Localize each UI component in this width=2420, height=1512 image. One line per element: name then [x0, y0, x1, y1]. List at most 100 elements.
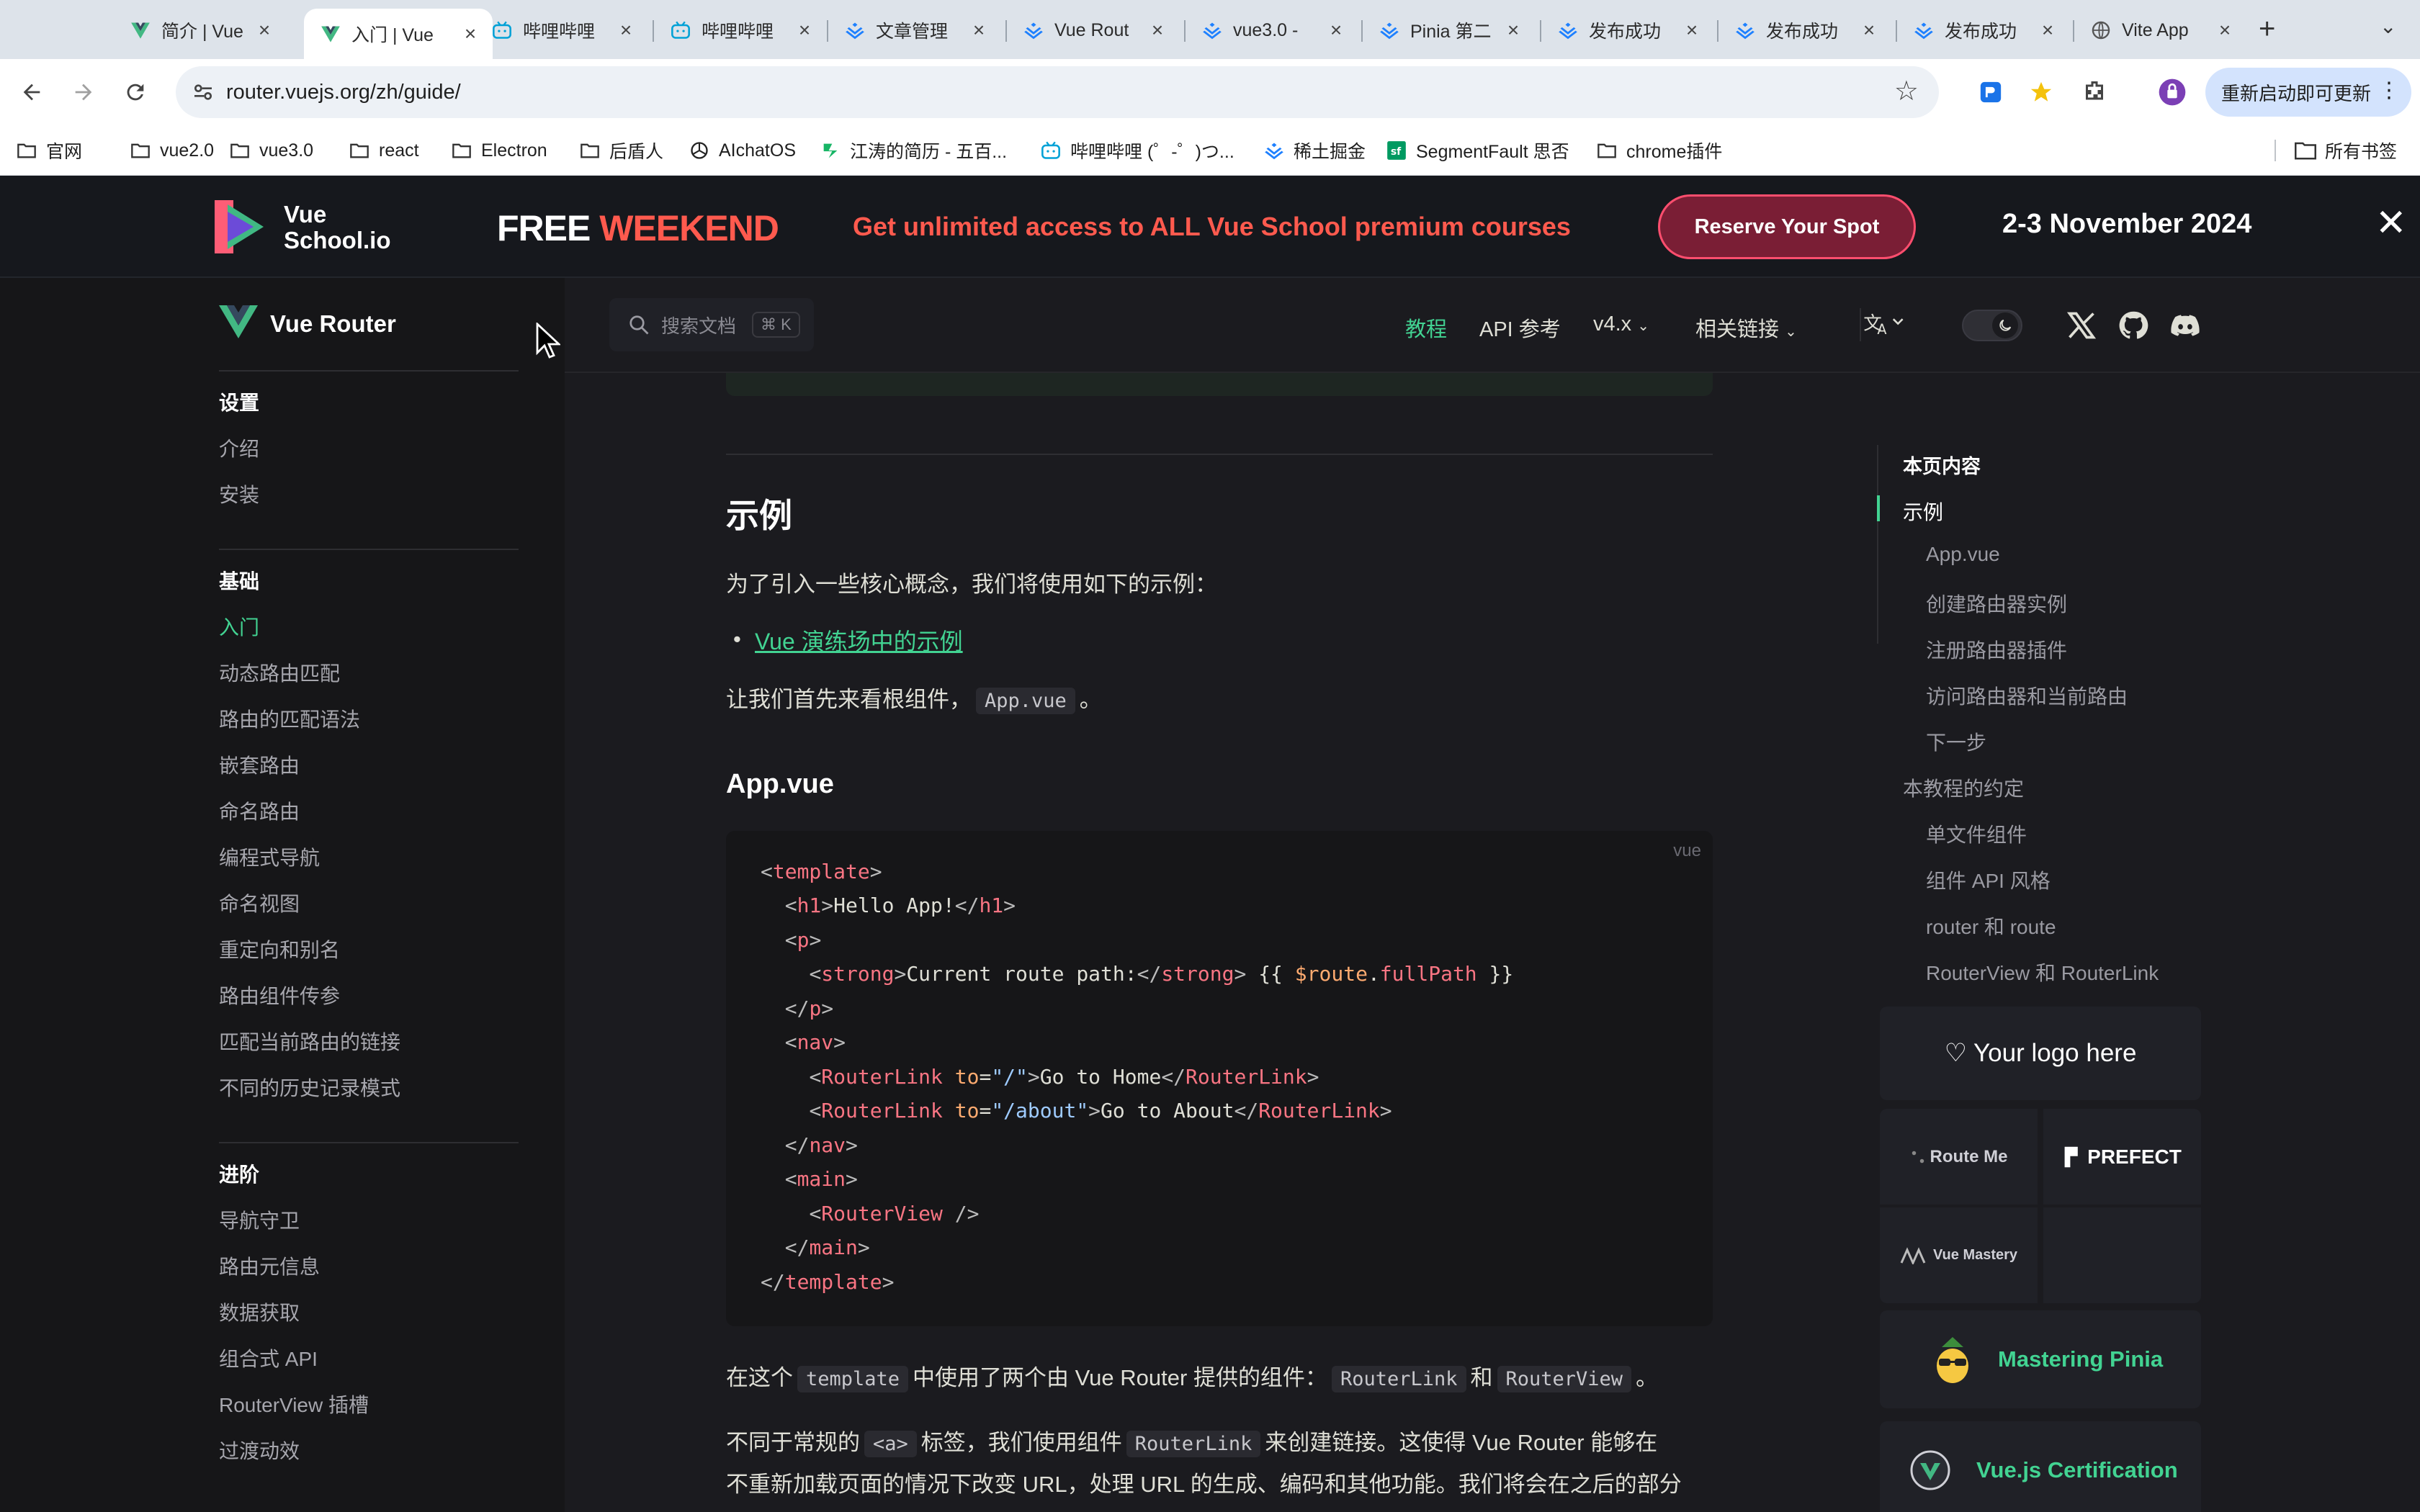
sidebar-item[interactable]: 命名视图 [219, 888, 300, 917]
discord-icon[interactable] [2169, 310, 2201, 341]
close-tab-icon[interactable]: × [1327, 19, 1345, 42]
sidebar-item[interactable]: 介绍 [219, 433, 259, 462]
browser-tab[interactable]: Vue Rout × [1007, 10, 1180, 50]
sponsor-vue-mastery[interactable]: Vue Mastery [1880, 1207, 2038, 1303]
language-switch[interactable]: 文A [1861, 308, 1907, 343]
close-tab-icon[interactable]: × [2215, 19, 2234, 42]
bookmark-item[interactable]: 官网 [16, 135, 82, 166]
forward-button[interactable] [66, 75, 101, 109]
sponsor-route-me[interactable]: Route Me [1880, 1109, 2038, 1205]
bookmark-item[interactable]: sf SegmentFault 思否 [1386, 135, 1569, 166]
nav-guide[interactable]: 教程 [1405, 312, 1447, 343]
search-button[interactable]: 搜索文档 ⌘ K [609, 298, 814, 351]
appearance-toggle[interactable] [1962, 310, 2022, 341]
close-tab-icon[interactable]: × [2038, 19, 2057, 42]
browser-tab[interactable]: 发布成功 × [1541, 10, 1714, 50]
close-tab-icon[interactable]: × [1148, 19, 1167, 42]
nav-api[interactable]: API 参考 [1479, 312, 1561, 343]
relaunch-update-button[interactable]: 重新启动即可更新 ⋮ [2205, 68, 2411, 117]
sidebar-item[interactable]: 过渡动效 [219, 1436, 300, 1464]
toc-item[interactable]: 创建路由器实例 [1926, 589, 2067, 618]
close-tab-icon[interactable]: × [1860, 19, 1878, 42]
sidebar-item[interactable]: 重定向和别名 [219, 935, 340, 963]
bookmark-star-icon[interactable]: ☆ [1894, 75, 1919, 107]
sidebar-item[interactable]: 动态路由匹配 [219, 658, 340, 687]
toc-item[interactable]: 组件 API 风格 [1926, 865, 2051, 894]
mastering-pinia-card[interactable]: Mastering Pinia [1880, 1310, 2201, 1408]
browser-tab[interactable]: 简介 | Vue × [114, 10, 287, 50]
toc-item[interactable]: 访问路由器和当前路由 [1926, 681, 2128, 710]
reload-button[interactable] [118, 75, 153, 109]
close-tab-icon[interactable]: × [969, 19, 988, 42]
url-text[interactable]: router.vuejs.org/zh/guide/ [226, 81, 461, 104]
sidebar-item[interactable]: 导航守卫 [219, 1205, 300, 1234]
vue-school-banner[interactable]: Vue School.io FREE WEEKEND Get unlimited… [0, 176, 2420, 278]
sidebar-item[interactable]: 路由元信息 [219, 1251, 320, 1280]
vue-router-logo[interactable] [219, 304, 258, 340]
back-button[interactable] [14, 75, 49, 109]
close-tab-icon[interactable]: × [617, 19, 635, 42]
toc-item[interactable]: App.vue [1926, 543, 2000, 566]
extensions-puzzle-icon[interactable] [2077, 75, 2112, 109]
nav-version-dropdown[interactable]: v4.x ⌄ [1593, 312, 1649, 336]
browser-tab[interactable]: Vite App × [2074, 10, 2247, 50]
site-title[interactable]: Vue Router [270, 310, 396, 338]
browser-tab[interactable]: 哔哩哔哩 × [654, 10, 827, 50]
browser-tab[interactable]: vue3.0 - × [1186, 10, 1358, 50]
extension-icon[interactable] [1973, 75, 2008, 109]
browser-tab[interactable]: 入门 | Vue × [304, 9, 493, 59]
sidebar-item[interactable]: 安装 [219, 480, 259, 508]
bookmark-item[interactable]: AIchatOS [689, 135, 796, 166]
bookmark-item[interactable]: chrome插件 [1596, 135, 1722, 166]
bookmark-item[interactable]: Electron [451, 135, 547, 166]
browser-tab[interactable]: 发布成功 × [1718, 10, 1891, 50]
toc-item[interactable]: 注册路由器插件 [1926, 635, 2067, 664]
extension-star-icon[interactable] [2024, 75, 2058, 109]
sidebar-item[interactable]: RouterView 插槽 [219, 1390, 369, 1418]
browser-tab[interactable]: 发布成功 × [1897, 10, 2070, 50]
toc-item[interactable]: 下一步 [1926, 727, 1986, 756]
profile-avatar[interactable] [2155, 75, 2190, 109]
close-tab-icon[interactable]: × [1682, 19, 1701, 42]
sidebar-item[interactable]: 编程式导航 [219, 842, 320, 871]
address-bar[interactable]: router.vuejs.org/zh/guide/ ☆ [176, 66, 1939, 118]
bookmark-item[interactable]: vue2.0 [130, 135, 214, 166]
bookmark-item[interactable]: 江涛的简历 - 五百... [820, 135, 1007, 166]
browser-tab[interactable]: 文章管理 × [828, 10, 1001, 50]
toc-item[interactable]: RouterView 和 RouterLink [1926, 958, 2159, 986]
close-icon[interactable]: ✕ [2375, 202, 2407, 245]
sidebar-item[interactable]: 入门 [219, 612, 259, 641]
toc-item[interactable]: 示例 [1903, 497, 1943, 526]
sponsor-prefect[interactable]: PREFECT [2043, 1109, 2201, 1205]
toc-item[interactable]: 本教程的约定 [1903, 773, 2024, 802]
bookmark-item[interactable]: react [349, 135, 419, 166]
x-twitter-icon[interactable] [2066, 310, 2097, 341]
more-menu-icon[interactable]: ⋮ [2378, 78, 2400, 103]
all-bookmarks[interactable]: 所有书签 [2295, 135, 2397, 166]
reserve-spot-button[interactable]: Reserve Your Spot [1658, 194, 1916, 259]
sidebar-item[interactable]: 嵌套路由 [219, 750, 300, 779]
bookmark-item[interactable]: 稀土掘金 [1263, 135, 1366, 166]
sidebar-item[interactable]: 路由组件传参 [219, 981, 340, 1009]
sidebar-item[interactable]: 匹配当前路由的链接 [219, 1027, 400, 1056]
toc-item[interactable]: 单文件组件 [1926, 819, 2027, 848]
close-tab-icon[interactable]: × [795, 19, 814, 42]
browser-tab[interactable]: Pinia 第二 × [1363, 10, 1536, 50]
sidebar-item[interactable]: 命名路由 [219, 796, 300, 825]
playground-example-link[interactable]: Vue 演练场中的示例 [755, 624, 963, 657]
site-info-icon[interactable] [192, 81, 215, 104]
sidebar-item[interactable]: 数据获取 [219, 1297, 300, 1326]
sidebar-item[interactable]: 不同的历史记录模式 [219, 1073, 400, 1102]
sidebar-item[interactable]: 组合式 API [219, 1344, 318, 1372]
tab-search-chevron-icon[interactable]: ⌄ [2380, 14, 2396, 38]
new-tab-button[interactable]: + [2259, 13, 2275, 45]
bookmark-item[interactable]: 后盾人 [579, 135, 663, 166]
close-tab-icon[interactable]: × [255, 19, 274, 42]
bookmark-item[interactable]: vue3.0 [229, 135, 313, 166]
close-tab-icon[interactable]: × [1504, 19, 1523, 42]
toc-item[interactable]: router 和 route [1926, 912, 2056, 940]
bookmark-item[interactable]: 哔哩哔哩 (゜-゜)つ... [1040, 135, 1234, 166]
nav-links-dropdown[interactable]: 相关链接 ⌄ [1695, 312, 1797, 343]
vue-certification-card[interactable]: Vue.js Certification [1880, 1421, 2201, 1512]
sponsor-placeholder[interactable]: ♡ Your logo here [1880, 1007, 2201, 1100]
